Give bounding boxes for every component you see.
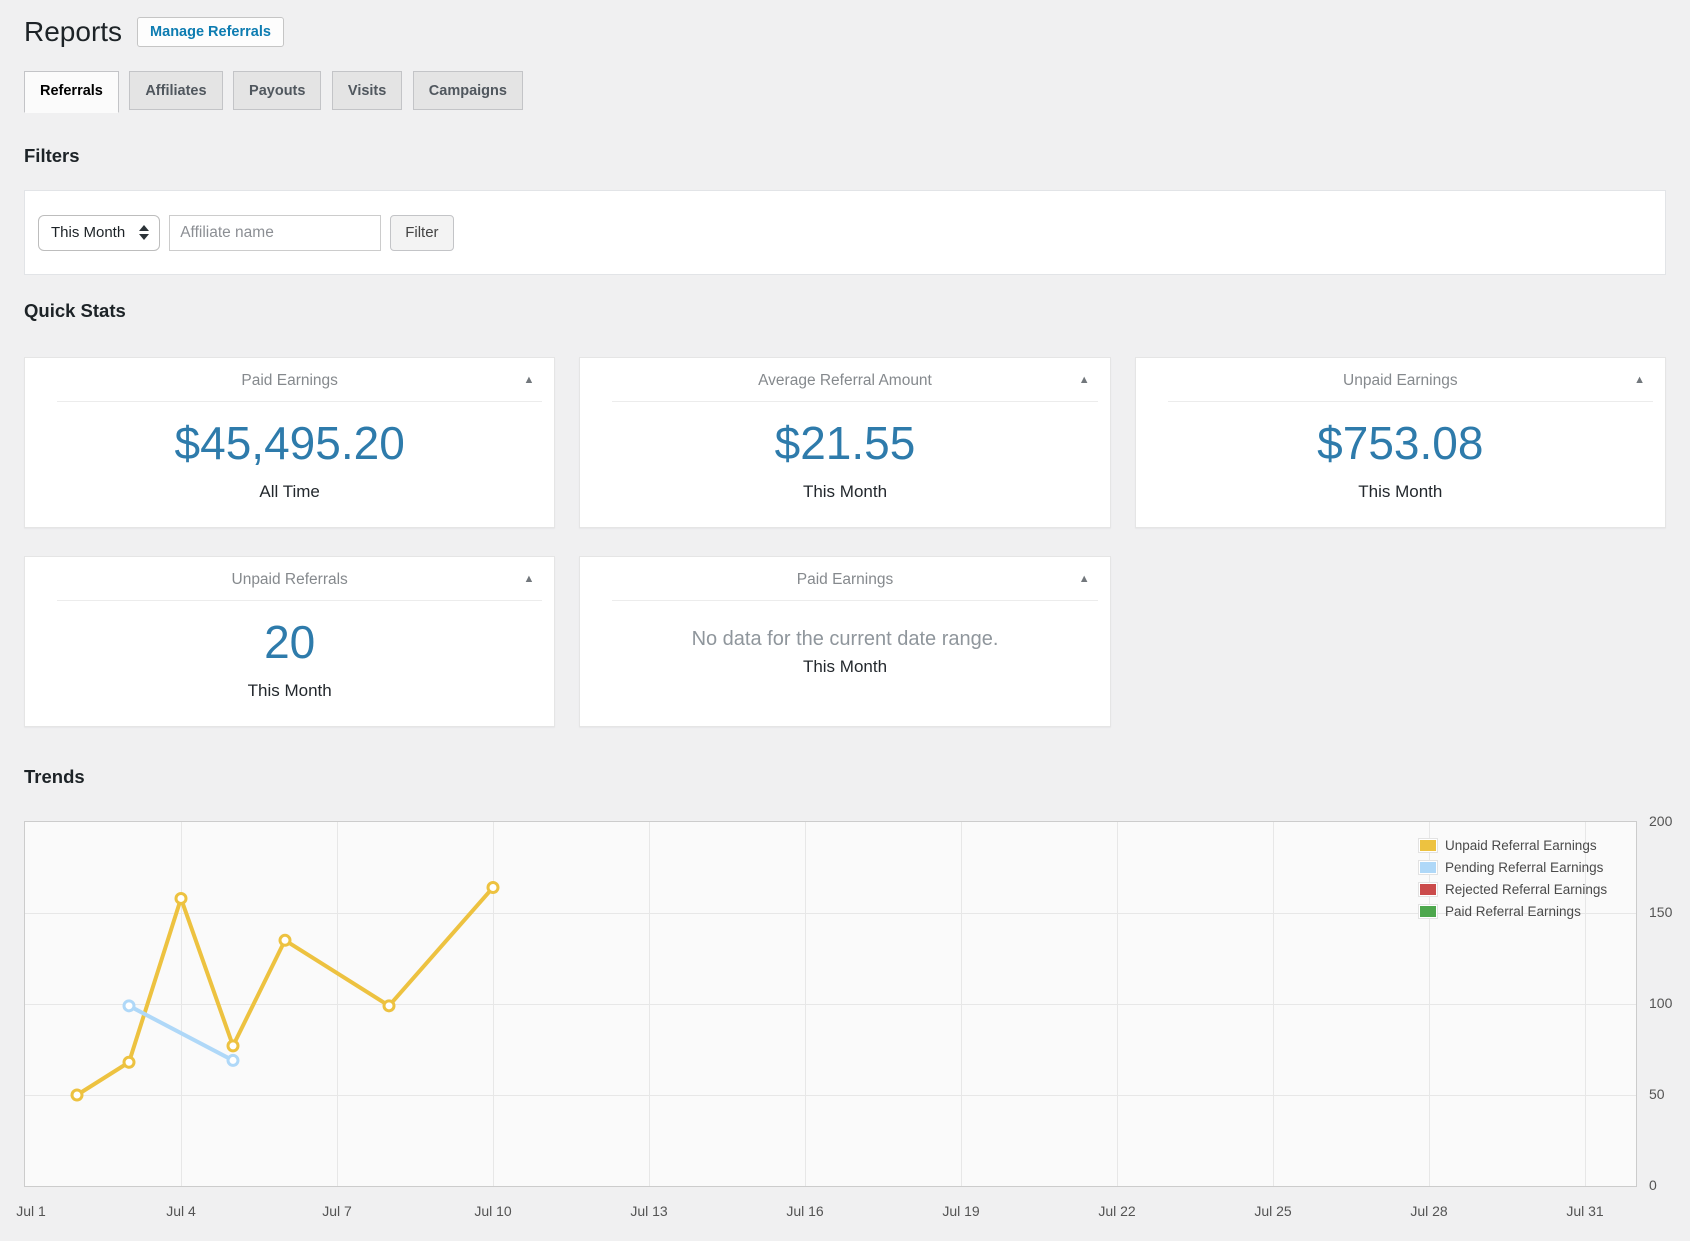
collapse-toggle-icon[interactable]: ▲ xyxy=(1079,371,1090,390)
chart-canvas xyxy=(25,822,1636,1186)
filter-button[interactable]: Filter xyxy=(390,215,453,251)
collapse-toggle-icon[interactable]: ▲ xyxy=(1634,371,1645,390)
page-title: Reports xyxy=(24,15,122,49)
stat-card-title: Paid Earnings xyxy=(241,372,338,389)
data-point xyxy=(124,1001,134,1011)
chart-legend: Unpaid Referral Earnings Pending Referral… xyxy=(1418,838,1607,926)
filters-bar: This Month Filter xyxy=(24,190,1666,275)
stat-no-data-message: No data for the current date range. xyxy=(580,601,1109,651)
stat-card-paid-earnings-this-month: Paid Earnings ▲ No data for the current … xyxy=(579,556,1110,727)
stat-value: $45,495.20 xyxy=(25,402,554,469)
legend-swatch-icon xyxy=(1418,904,1438,919)
series-line-unpaid-referral-earnings xyxy=(77,888,493,1095)
stat-card-paid-earnings-all-time: Paid Earnings ▲ $45,495.20 All Time xyxy=(24,357,555,528)
trends-chart: Unpaid Referral Earnings Pending Referral… xyxy=(24,821,1666,1241)
stat-value: $21.55 xyxy=(580,402,1109,469)
legend-label: Rejected Referral Earnings xyxy=(1445,882,1607,897)
data-point xyxy=(488,883,498,893)
legend-swatch-icon xyxy=(1418,860,1438,875)
manage-referrals-button[interactable]: Manage Referrals xyxy=(137,17,284,47)
select-stepper-icon xyxy=(139,225,149,240)
page-header: Reports Manage Referrals xyxy=(24,14,1666,50)
stat-card-title: Average Referral Amount xyxy=(758,372,932,389)
data-point xyxy=(176,893,186,903)
stat-period: This Month xyxy=(580,651,1109,702)
x-axis-tick-label: Jul 31 xyxy=(1553,1203,1617,1219)
x-axis-tick-label: Jul 10 xyxy=(461,1203,525,1219)
date-range-selected-value: This Month xyxy=(51,224,125,241)
legend-item: Rejected Referral Earnings xyxy=(1418,882,1607,897)
chart-plot-area: Unpaid Referral Earnings Pending Referral… xyxy=(24,821,1637,1187)
tab-visits[interactable]: Visits xyxy=(332,71,402,110)
x-axis-tick-label: Jul 19 xyxy=(929,1203,993,1219)
stat-period: This Month xyxy=(1136,469,1665,527)
trends-heading: Trends xyxy=(24,765,1666,789)
y-axis-tick-label: 200 xyxy=(1649,813,1690,829)
legend-label: Paid Referral Earnings xyxy=(1445,904,1581,919)
filters-heading: Filters xyxy=(24,144,1666,168)
legend-item: Pending Referral Earnings xyxy=(1418,860,1607,875)
x-axis-tick-label: Jul 4 xyxy=(149,1203,213,1219)
x-axis-tick-label: Jul 13 xyxy=(617,1203,681,1219)
tab-payouts[interactable]: Payouts xyxy=(233,71,321,110)
stat-card-title: Paid Earnings xyxy=(797,571,894,588)
quick-stats-cards: Paid Earnings ▲ $45,495.20 All Time Aver… xyxy=(24,357,1666,727)
reports-page: Reports Manage Referrals Referrals Affil… xyxy=(24,0,1666,1241)
stat-card-title: Unpaid Earnings xyxy=(1343,372,1458,389)
collapse-toggle-icon[interactable]: ▲ xyxy=(523,570,534,589)
stat-card-average-referral-amount: Average Referral Amount ▲ $21.55 This Mo… xyxy=(579,357,1110,528)
collapse-toggle-icon[interactable]: ▲ xyxy=(523,371,534,390)
data-point xyxy=(280,935,290,945)
data-point xyxy=(72,1090,82,1100)
affiliate-name-input[interactable] xyxy=(169,215,381,251)
legend-item: Paid Referral Earnings xyxy=(1418,904,1607,919)
tab-affiliates[interactable]: Affiliates xyxy=(129,71,222,110)
date-range-select[interactable]: This Month xyxy=(38,215,160,251)
legend-label: Unpaid Referral Earnings xyxy=(1445,838,1597,853)
stat-card-title: Unpaid Referrals xyxy=(232,571,348,588)
x-axis-tick-label: Jul 22 xyxy=(1085,1203,1149,1219)
data-point xyxy=(124,1057,134,1067)
data-point xyxy=(384,1001,394,1011)
stat-period: This Month xyxy=(580,469,1109,527)
tab-referrals[interactable]: Referrals xyxy=(24,71,119,113)
legend-label: Pending Referral Earnings xyxy=(1445,860,1603,875)
quick-stats-heading: Quick Stats xyxy=(24,299,1666,323)
y-axis-tick-label: 50 xyxy=(1649,1086,1690,1102)
y-axis-tick-label: 0 xyxy=(1649,1177,1690,1193)
data-point xyxy=(228,1041,238,1051)
report-tabs: Referrals Affiliates Payouts Visits Camp… xyxy=(24,71,1666,116)
y-axis-tick-label: 100 xyxy=(1649,995,1690,1011)
stat-value: $753.08 xyxy=(1136,402,1665,469)
x-axis-tick-label: Jul 1 xyxy=(0,1203,63,1219)
stat-value: 20 xyxy=(25,601,554,668)
x-axis-tick-label: Jul 28 xyxy=(1397,1203,1461,1219)
x-axis-tick-label: Jul 16 xyxy=(773,1203,837,1219)
stat-card-unpaid-referrals: Unpaid Referrals ▲ 20 This Month xyxy=(24,556,555,727)
y-axis-tick-label: 150 xyxy=(1649,904,1690,920)
stat-card-unpaid-earnings: Unpaid Earnings ▲ $753.08 This Month xyxy=(1135,357,1666,528)
collapse-toggle-icon[interactable]: ▲ xyxy=(1079,570,1090,589)
legend-item: Unpaid Referral Earnings xyxy=(1418,838,1607,853)
tab-campaigns[interactable]: Campaigns xyxy=(413,71,523,110)
data-point xyxy=(228,1055,238,1065)
stat-period: This Month xyxy=(25,668,554,726)
x-axis-tick-label: Jul 7 xyxy=(305,1203,369,1219)
legend-swatch-icon xyxy=(1418,882,1438,897)
stat-period: All Time xyxy=(25,469,554,527)
x-axis-tick-label: Jul 25 xyxy=(1241,1203,1305,1219)
legend-swatch-icon xyxy=(1418,838,1438,853)
